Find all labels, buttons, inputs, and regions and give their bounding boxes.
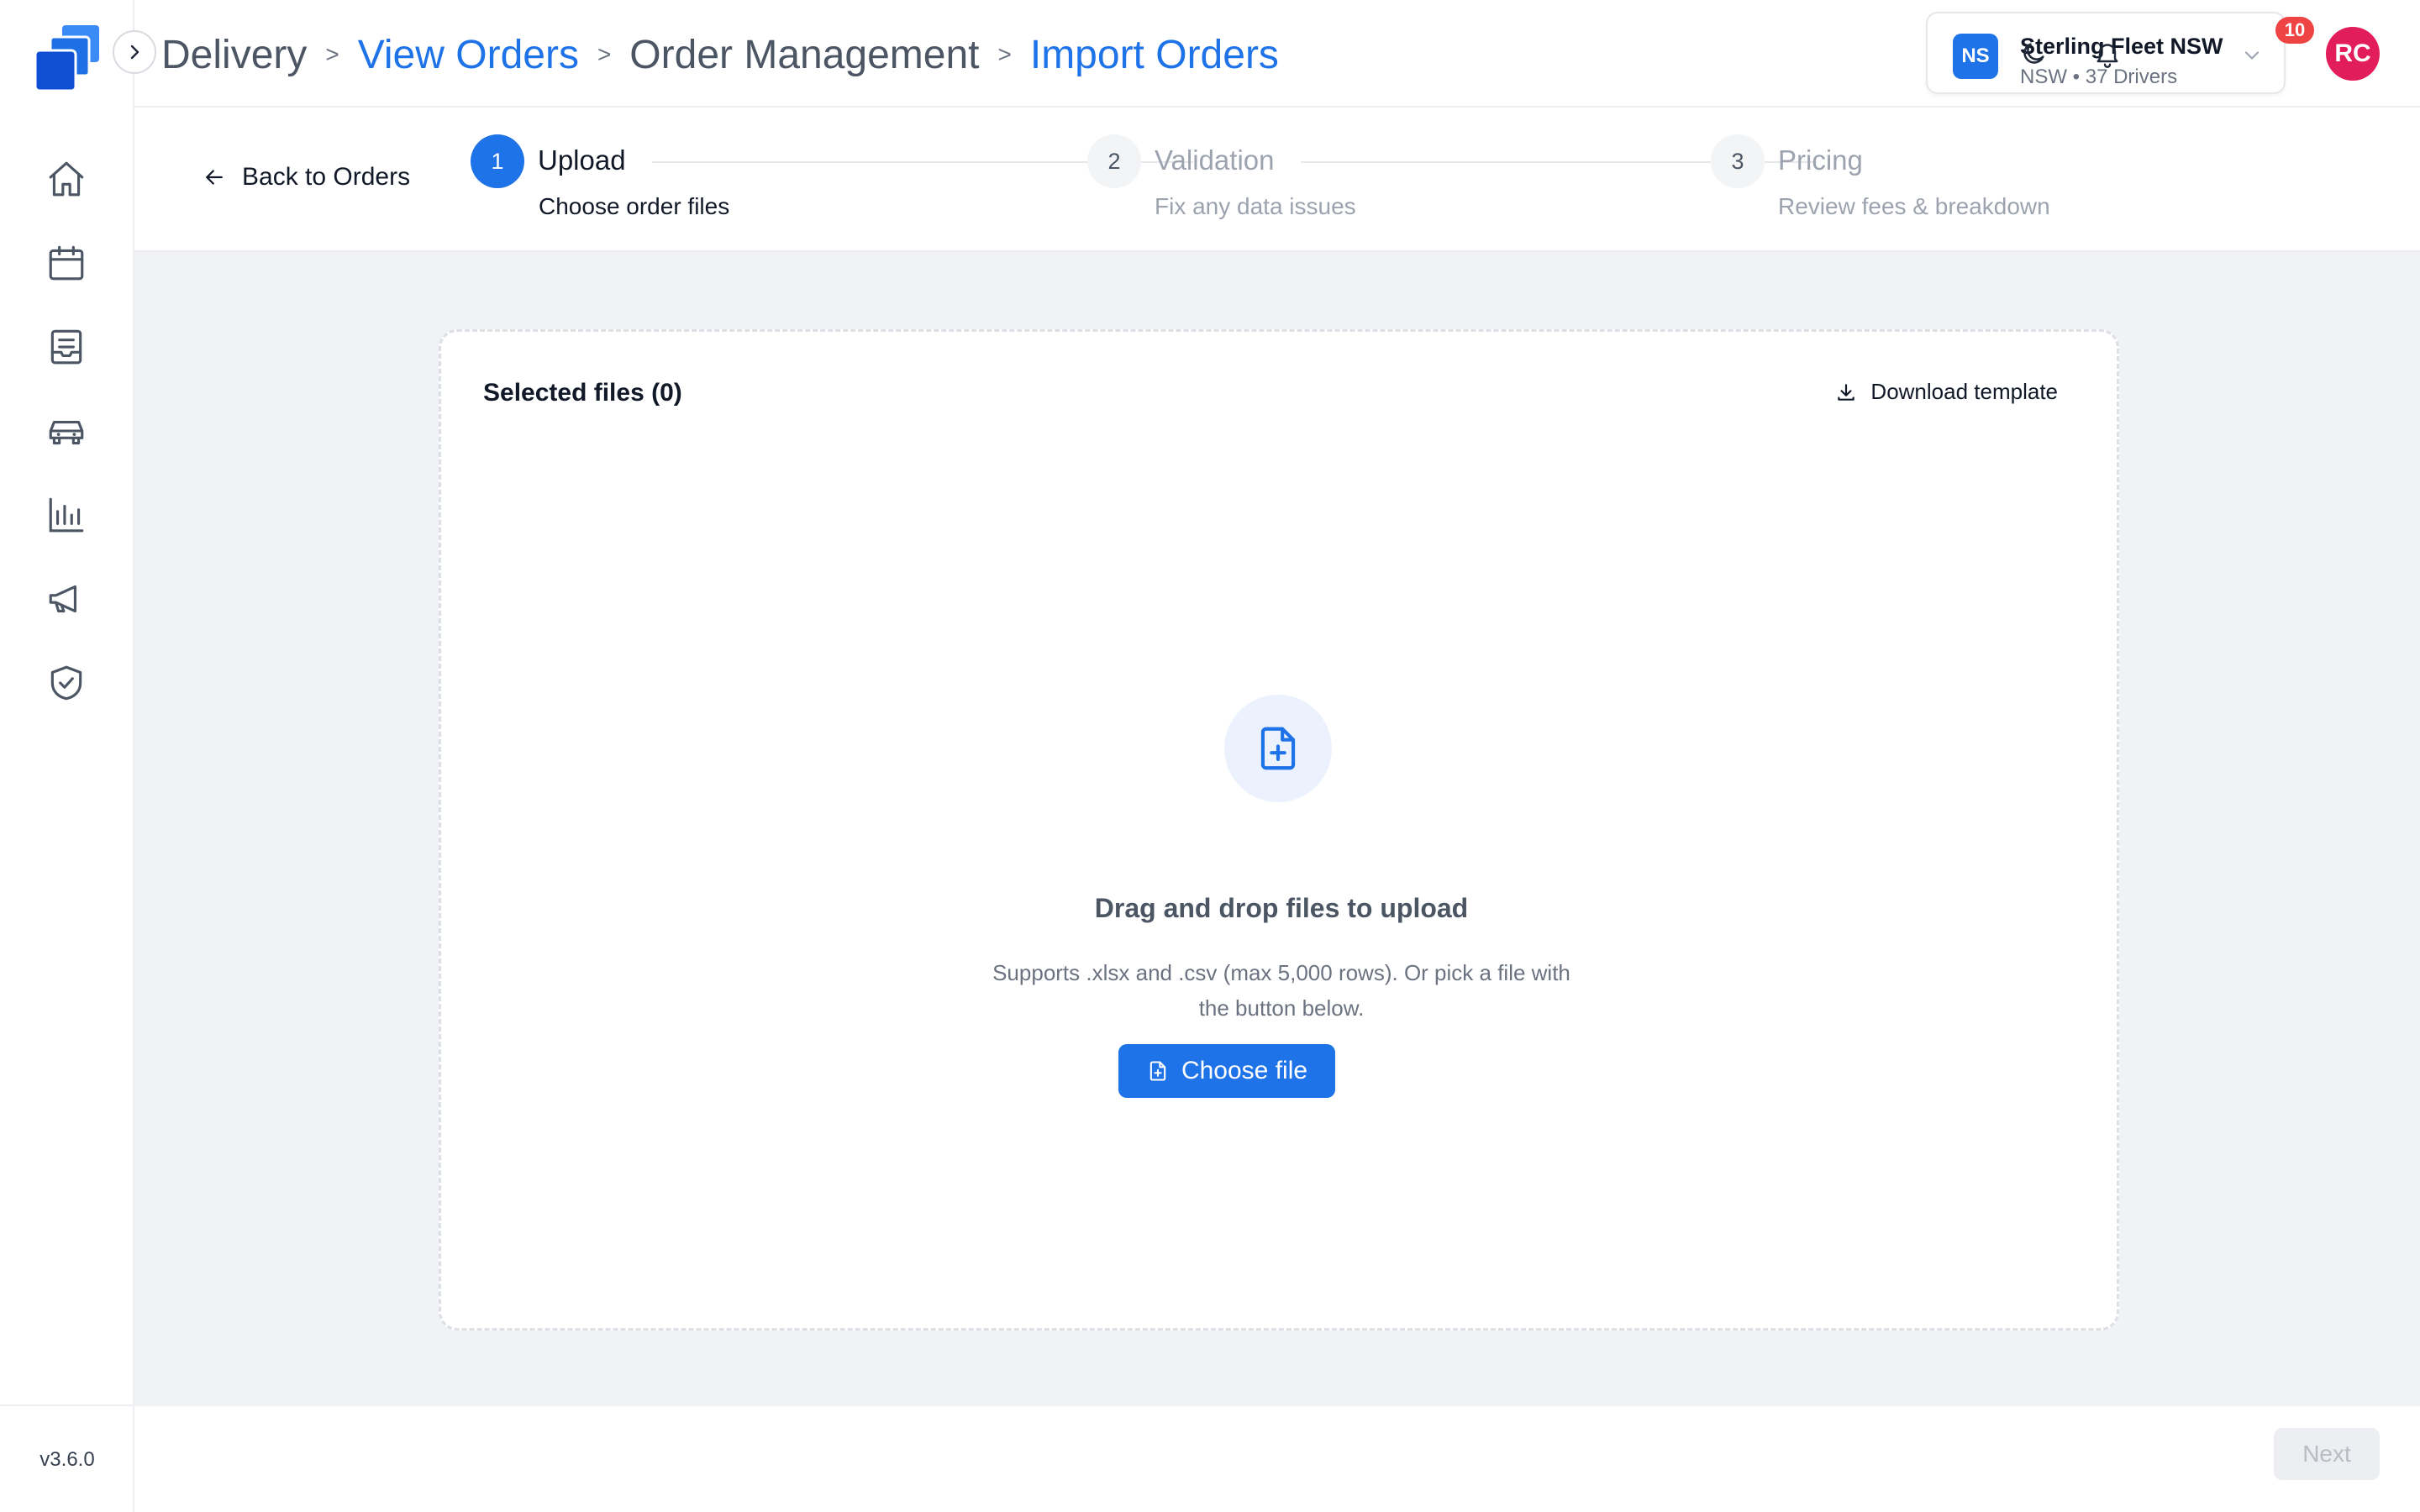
breadcrumb-separator: >	[325, 41, 339, 67]
chevron-down-icon	[2244, 51, 2260, 60]
nav-home[interactable]	[44, 156, 89, 202]
nav-analytics[interactable]	[44, 492, 89, 538]
next-button[interactable]: Next	[2274, 1428, 2380, 1480]
breadcrumb-view-orders[interactable]: View Orders	[358, 32, 579, 78]
download-icon	[1838, 383, 1855, 401]
file-plus-icon	[1260, 727, 1296, 770]
main-content: Selected files (0) Download template Dra…	[134, 252, 2420, 1406]
file-plus-icon	[1150, 1061, 1166, 1081]
step-2-number[interactable]: 2	[1087, 134, 1141, 188]
breadcrumb-delivery[interactable]: Delivery	[161, 32, 307, 78]
nav-vehicles[interactable]	[44, 408, 89, 454]
moon-icon	[2023, 43, 2044, 64]
vehicle-icon	[49, 421, 84, 445]
nav-calendar[interactable]	[44, 240, 89, 286]
nav-orders[interactable]	[44, 324, 89, 370]
step-3-number[interactable]: 3	[1711, 134, 1765, 188]
choose-file-button[interactable]: Choose file	[1118, 1044, 1335, 1098]
breadcrumb-order-management[interactable]: Order Management	[629, 32, 979, 78]
step-1-number[interactable]: 1	[471, 134, 524, 188]
file-drop-zone[interactable]: Selected files (0) Download template Dra…	[439, 329, 2119, 1331]
top-header: Delivery > View Orders > Order Managemen…	[134, 0, 2420, 108]
app-version: v3.6.0	[39, 1448, 95, 1471]
user-avatar[interactable]: RC	[2326, 27, 2380, 81]
upload-icon-container	[1224, 695, 1332, 802]
back-to-orders-link[interactable]: Back to Orders	[202, 163, 410, 192]
sidebar: v3.6.0	[0, 0, 156, 1512]
drop-zone-title: Drag and drop files to upload	[1094, 893, 1469, 923]
back-to-orders-label: Back to Orders	[242, 163, 411, 191]
wizard-footer: Next	[134, 1406, 2420, 1512]
shield-check-icon	[50, 665, 82, 701]
notifications-button[interactable]	[2087, 34, 2128, 74]
megaphone-icon	[49, 585, 76, 613]
arrow-left-icon	[206, 170, 223, 185]
breadcrumb-separator: >	[997, 41, 1012, 67]
step-2-title: Validation	[1155, 144, 1275, 176]
step-1-subtitle: Choose order files	[539, 193, 730, 219]
chevron-right-icon	[130, 45, 139, 60]
selected-files-label: Selected files (0)	[483, 379, 682, 407]
sidebar-expand-button[interactable]	[113, 30, 156, 74]
app-logo[interactable]	[30, 22, 104, 94]
breadcrumb: Delivery > View Orders > Order Managemen…	[161, 29, 1279, 81]
nav-compliance[interactable]	[44, 660, 89, 706]
download-template-label: Download template	[1870, 379, 2058, 404]
breadcrumb-import-orders[interactable]: Import Orders	[1030, 32, 1279, 78]
app-root: v3.6.0 Delivery > View Orders > Order Ma…	[0, 0, 2420, 1512]
nav-campaigns[interactable]	[44, 576, 89, 622]
step-3-title: Pricing	[1778, 144, 1863, 176]
step-2-subtitle: Fix any data issues	[1155, 193, 1356, 219]
theme-toggle-button[interactable]	[2013, 34, 2054, 74]
import-stepper: Back to Orders 1 Upload Choose order fil…	[134, 108, 2420, 252]
sidebar-footer: v3.6.0	[0, 1404, 134, 1512]
choose-file-label: Choose file	[1181, 1057, 1308, 1084]
breadcrumb-separator: >	[597, 41, 612, 67]
bell-icon	[2096, 44, 2118, 68]
orders-icon	[50, 329, 82, 365]
calendar-icon	[49, 245, 84, 281]
org-badge: NS	[1953, 34, 1998, 79]
notification-count-badge: 10	[2275, 17, 2314, 44]
step-1-title: Upload	[538, 144, 626, 176]
download-template-button[interactable]: Download template	[1835, 379, 2058, 405]
home-icon	[49, 161, 84, 197]
drop-zone-subtitle: Supports .xlsx and .csv (max 5,000 rows)…	[992, 960, 1570, 1021]
step-3-subtitle: Review fees & breakdown	[1778, 193, 2050, 219]
analytics-icon	[49, 497, 84, 533]
